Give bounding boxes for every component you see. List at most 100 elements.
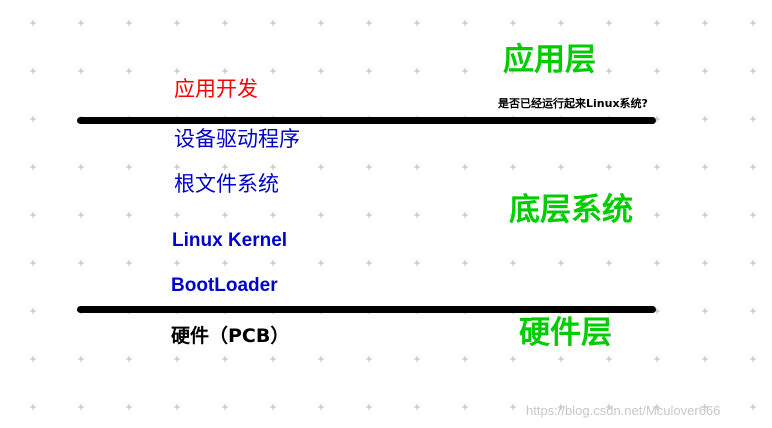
grid-cross (174, 164, 180, 170)
grid-cross (606, 260, 612, 266)
grid-cross (462, 68, 468, 74)
grid-cross (30, 260, 36, 266)
grid-cross (558, 356, 564, 362)
grid-cross (654, 212, 660, 218)
grid-cross (750, 308, 756, 314)
grid-cross (414, 260, 420, 266)
grid-cross (414, 20, 420, 26)
grid-cross (30, 68, 36, 74)
grid-cross (606, 68, 612, 74)
grid-cross (270, 68, 276, 74)
grid-cross (414, 212, 420, 218)
grid-cross (78, 260, 84, 266)
grid-cross (366, 356, 372, 362)
hardware-layer-title: 硬件层 (519, 315, 612, 351)
grid-cross (606, 20, 612, 26)
grid-cross (30, 308, 36, 314)
grid-cross (30, 164, 36, 170)
grid-cross (702, 116, 708, 122)
grid-cross (462, 260, 468, 266)
grid-cross (702, 212, 708, 218)
grid-cross (654, 68, 660, 74)
grid-cross (270, 164, 276, 170)
grid-cross (558, 164, 564, 170)
grid-cross (78, 212, 84, 218)
grid-cross (750, 20, 756, 26)
grid-cross (318, 260, 324, 266)
grid-cross (30, 212, 36, 218)
grid-cross (222, 260, 228, 266)
grid-cross (222, 356, 228, 362)
grid-cross (702, 164, 708, 170)
grid-cross (510, 164, 516, 170)
grid-cross (510, 20, 516, 26)
grid-cross (30, 404, 36, 410)
grid-cross (462, 356, 468, 362)
grid-cross (318, 356, 324, 362)
grid-cross (270, 356, 276, 362)
grid-cross (750, 116, 756, 122)
grid-cross (318, 20, 324, 26)
grid-cross (174, 212, 180, 218)
grid-cross (222, 68, 228, 74)
grid-cross (654, 356, 660, 362)
diagram-canvas: 应用开发 设备驱动程序 根文件系统 Linux Kernel BootLoade… (0, 0, 772, 428)
grid-cross (126, 212, 132, 218)
device-drivers-label: 设备驱动程序 (174, 127, 300, 151)
grid-cross (750, 68, 756, 74)
grid-cross (702, 20, 708, 26)
grid-cross (78, 356, 84, 362)
grid-cross (750, 356, 756, 362)
grid-cross (702, 260, 708, 266)
grid-cross (318, 404, 324, 410)
grid-cross (222, 20, 228, 26)
grid-cross (222, 404, 228, 410)
grid-cross (270, 20, 276, 26)
grid-cross (126, 20, 132, 26)
grid-cross (366, 20, 372, 26)
grid-cross (702, 356, 708, 362)
grid-cross (30, 116, 36, 122)
grid-cross (126, 68, 132, 74)
grid-cross (414, 164, 420, 170)
background-grid (30, 20, 756, 410)
grid-cross (750, 164, 756, 170)
grid-cross (318, 68, 324, 74)
grid-cross (30, 356, 36, 362)
grid-cross (318, 164, 324, 170)
grid-cross (702, 68, 708, 74)
grid-cross (606, 356, 612, 362)
root-fs-label: 根文件系统 (174, 172, 279, 196)
grid-cross (510, 404, 516, 410)
grid-cross (126, 260, 132, 266)
grid-cross (78, 164, 84, 170)
grid-cross (654, 164, 660, 170)
grid-cross (126, 164, 132, 170)
grid-cross (126, 356, 132, 362)
grid-cross (462, 20, 468, 26)
grid-cross (462, 404, 468, 410)
system-hardware-divider (77, 306, 656, 313)
hardware-pcb-label: 硬件（PCB） (171, 325, 290, 347)
app-dev-label: 应用开发 (174, 77, 258, 101)
grid-cross (366, 260, 372, 266)
grid-cross (174, 404, 180, 410)
linux-kernel-label: Linux Kernel (172, 230, 288, 251)
grid-cross (606, 164, 612, 170)
grid-cross (174, 68, 180, 74)
application-layer-title: 应用层 (503, 42, 596, 78)
grid-cross (750, 260, 756, 266)
grid-cross (270, 260, 276, 266)
grid-cross (462, 164, 468, 170)
grid-cross (366, 212, 372, 218)
grid-cross (318, 212, 324, 218)
grid-cross (126, 404, 132, 410)
grid-cross (750, 212, 756, 218)
grid-cross (366, 68, 372, 74)
grid-cross (750, 404, 756, 410)
grid-cross (30, 20, 36, 26)
grid-cross (366, 164, 372, 170)
grid-cross (510, 260, 516, 266)
base-system-layer-title: 底层系统 (509, 192, 633, 228)
grid-cross (222, 164, 228, 170)
